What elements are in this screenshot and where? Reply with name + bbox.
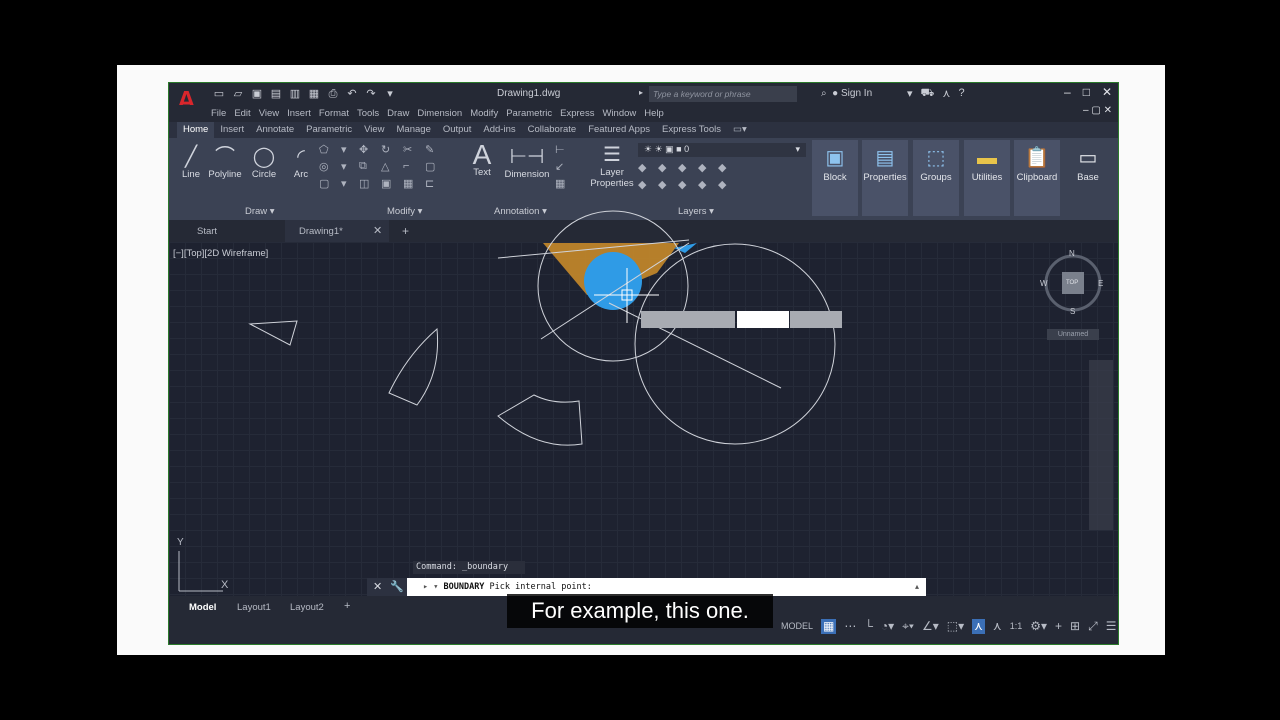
hamburger-menu-icon[interactable]: ☰ [1106, 619, 1117, 634]
command-dropdown-icon[interactable]: ▸ ▾ [423, 582, 443, 592]
close-command-icon[interactable]: ✕ [373, 580, 382, 594]
leaf-shape [388, 327, 439, 406]
arc-segment-shape [497, 394, 583, 446]
triangle-shape [248, 320, 298, 346]
status-toolbar: MODEL ▦ ⋯ └ ◔▾ ⌖▾ ∠▾ ⬚▾ ⋏ ⋏ 1:1 ⚙▾ + ⊞ ⤢… [781, 619, 1116, 634]
large-circle [634, 243, 836, 445]
drawing-geometry [178, 210, 1102, 592]
command-name: BOUNDARY [443, 582, 485, 592]
viewcube-n[interactable]: N [1069, 249, 1075, 258]
viewcube-top-label[interactable]: TOP [1066, 280, 1078, 286]
viewcube-w[interactable]: W [1040, 279, 1048, 288]
ucs-dropdown[interactable]: Unnamed [1047, 329, 1099, 340]
command-line-controls: ✕ 🔧 [367, 578, 407, 596]
command-prompt-text: Pick internal point: [484, 582, 592, 592]
selection-icon[interactable]: ⬚▾ [947, 619, 964, 634]
layout-tab-model[interactable]: Model [189, 602, 216, 613]
polar-icon[interactable]: ◔▾ [881, 619, 894, 634]
angle-icon[interactable]: ∠▾ [922, 619, 939, 634]
tooltip-bar-right [790, 311, 842, 328]
ucs-y-label: Y [177, 537, 184, 548]
snap-icon[interactable]: ⋯ [844, 619, 856, 634]
autocad-window: A ▭ ▱ ▣ ▤ ▥ ▦ ⎙ ↶ ↷ ▾ Drawing1.dwg ▸ Typ… [169, 83, 1118, 644]
isolate-icon[interactable]: ⊞ [1070, 619, 1080, 634]
plus-icon[interactable]: + [1055, 619, 1062, 634]
viewcube-s[interactable]: S [1070, 307, 1075, 316]
command-prompt: ▸ ▾ BOUNDARY Pick internal point: [423, 582, 592, 592]
osnap-icon[interactable]: ⌖▾ [902, 619, 914, 634]
status-model-label[interactable]: MODEL [781, 619, 813, 634]
navigation-bar[interactable] [1089, 360, 1113, 530]
fullscreen-icon[interactable]: ⤢ [1088, 619, 1098, 634]
grid-icon[interactable]: ▦ [821, 619, 837, 634]
annotation-visibility-icon[interactable]: ⋏ [993, 619, 1002, 634]
command-history-toggle-icon[interactable]: ▴ [915, 582, 919, 591]
command-history: Command: _boundary [413, 561, 525, 574]
ucs-x-label: X [221, 579, 229, 591]
tooltip-bar-mid [737, 311, 789, 328]
gear-icon[interactable]: ⚙▾ [1030, 619, 1047, 634]
video-subtitle: For example, this one. [507, 594, 773, 628]
blue-hatch-circle [584, 252, 642, 310]
customize-wrench-icon[interactable]: 🔧 [390, 580, 404, 594]
annotation-scale-icon[interactable]: ⋏ [972, 619, 985, 634]
scale-value[interactable]: 1:1 [1010, 619, 1023, 634]
layout-tab-layout1[interactable]: Layout1 [237, 602, 271, 613]
add-layout-icon[interactable]: + [344, 600, 350, 612]
tooltip-bar-left [641, 311, 735, 328]
ortho-icon[interactable]: └ [864, 619, 873, 634]
viewcube-e[interactable]: E [1098, 279, 1103, 288]
layout-tab-layout2[interactable]: Layout2 [290, 602, 324, 613]
